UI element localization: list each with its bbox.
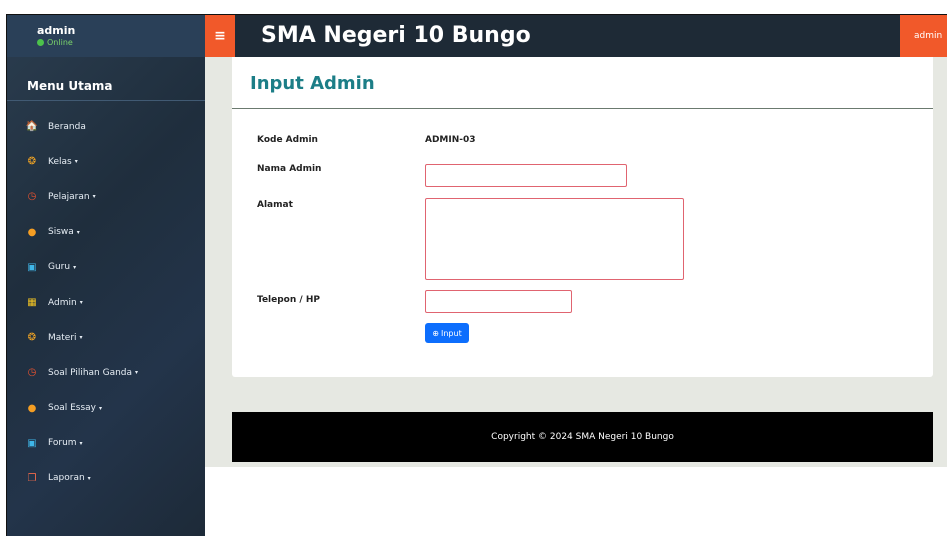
topbar: ≡ SMA Negeri 10 Bungo admin ⌄ — [205, 15, 947, 57]
sidebar-item-soal-pilihan-ganda[interactable]: ◷ Soal Pilihan Ganda ▾ — [7, 355, 205, 390]
online-status-label: Online — [47, 38, 73, 47]
nama-admin-input[interactable] — [425, 164, 627, 187]
online-dot-icon — [37, 39, 44, 46]
materi-icon: ❂ — [27, 332, 37, 344]
home-icon: 🏠 — [25, 121, 39, 133]
sidebar-item-materi[interactable]: ❂ Materi ▾ — [7, 320, 205, 355]
users-icon: ● — [27, 402, 37, 414]
sidebar-item-forum[interactable]: ▣ Forum ▾ — [7, 426, 205, 461]
sidebar-menu: 🏠 Beranda ❂ Kelas ▾ ◷ Pelajaran ▾ ● Siswa ▾ ▣ Guru ▾ ▦… — [7, 101, 205, 496]
telepon-input[interactable] — [425, 290, 572, 313]
kelas-icon: ❂ — [27, 156, 37, 168]
user-menu-label: admin — [914, 31, 943, 41]
caret-down-icon: ▾ — [135, 369, 139, 377]
main-content: Input Admin Kode Admin ADMIN-03 Nama Adm… — [205, 57, 947, 467]
page-title: Input Admin — [250, 73, 375, 94]
sidebar-item-laporan[interactable]: ❐ Laporan ▾ — [7, 461, 205, 496]
copy-icon: ❐ — [27, 472, 37, 484]
sidebar-item-label: Soal Essay — [48, 403, 97, 414]
sidebar: admin Online Menu Utama 🏠 Beranda ❂ Kelas ▾ ◷… — [7, 15, 205, 536]
sidebar-user-panel: admin Online — [7, 15, 205, 57]
sidebar-item-label: Forum — [48, 438, 77, 449]
plus-circle-icon: ⊕ — [432, 328, 439, 338]
alamat-textarea[interactable] — [425, 198, 684, 280]
alamat-label: Alamat — [257, 200, 293, 210]
sidebar-item-label: Kelas — [48, 156, 72, 167]
caret-down-icon: ▾ — [76, 228, 80, 236]
clock-icon: ◷ — [27, 367, 37, 379]
app-title: SMA Negeri 10 Bungo — [261, 23, 531, 48]
sidebar-item-siswa[interactable]: ● Siswa ▾ — [7, 215, 205, 250]
sidebar-item-guru[interactable]: ▣ Guru ▾ — [7, 250, 205, 285]
sidebar-item-label: Pelajaran — [48, 191, 90, 202]
form-panel-header: Input Admin — [232, 57, 933, 109]
users-icon: ● — [27, 226, 37, 238]
caret-down-icon: ▾ — [73, 263, 77, 271]
sidebar-item-beranda[interactable]: 🏠 Beranda — [7, 109, 205, 144]
sidebar-item-pelajaran[interactable]: ◷ Pelajaran ▾ — [7, 179, 205, 214]
telepon-label: Telepon / HP — [257, 295, 320, 305]
caret-down-icon: ▾ — [87, 474, 91, 482]
kode-admin-value: ADMIN-03 — [425, 135, 476, 145]
teacher-icon: ▣ — [27, 261, 37, 273]
sidebar-item-label: Guru — [48, 262, 71, 273]
nama-admin-label: Nama Admin — [257, 164, 322, 174]
sidebar-header: Menu Utama — [7, 57, 205, 101]
table-icon: ▦ — [27, 297, 37, 309]
online-status: Online — [37, 38, 205, 47]
sidebar-item-admin[interactable]: ▦ Admin ▾ — [7, 285, 205, 320]
sidebar-item-label: Laporan — [48, 473, 85, 484]
sidebar-item-soal-essay[interactable]: ● Soal Essay ▾ — [7, 391, 205, 426]
caret-down-icon: ▾ — [74, 158, 78, 166]
caret-down-icon: ▾ — [79, 439, 83, 447]
sidebar-item-label: Beranda — [48, 121, 86, 132]
caret-down-icon: ▾ — [79, 334, 83, 342]
input-submit-button[interactable]: ⊕ Input — [425, 323, 469, 343]
hamburger-icon: ≡ — [214, 28, 226, 44]
sidebar-item-label: Admin — [48, 297, 77, 308]
user-menu-button[interactable]: admin ⌄ — [900, 15, 947, 57]
form-panel-body: Kode Admin ADMIN-03 Nama Admin Alamat Te… — [232, 109, 933, 377]
footer: Copyright © 2024 SMA Negeri 10 Bungo — [232, 412, 933, 462]
app-window: admin Online Menu Utama 🏠 Beranda ❂ Kelas ▾ ◷… — [6, 14, 947, 536]
sidebar-username: admin — [37, 24, 76, 37]
sidebar-item-label: Soal Pilihan Ganda — [48, 367, 133, 378]
copyright-text: Copyright © 2024 SMA Negeri 10 Bungo — [491, 432, 674, 442]
caret-down-icon: ▾ — [79, 299, 83, 307]
caret-down-icon: ▾ — [92, 193, 96, 201]
sidebar-item-label: Siswa — [48, 227, 74, 238]
caret-down-icon: ▾ — [99, 404, 103, 412]
forum-icon: ▣ — [27, 437, 37, 449]
sidebar-item-label: Materi — [48, 332, 77, 343]
menu-toggle-button[interactable]: ≡ — [205, 15, 235, 57]
kode-admin-label: Kode Admin — [257, 135, 318, 145]
sidebar-item-kelas[interactable]: ❂ Kelas ▾ — [7, 144, 205, 179]
input-submit-label: Input — [440, 328, 462, 338]
clock-icon: ◷ — [27, 191, 37, 203]
